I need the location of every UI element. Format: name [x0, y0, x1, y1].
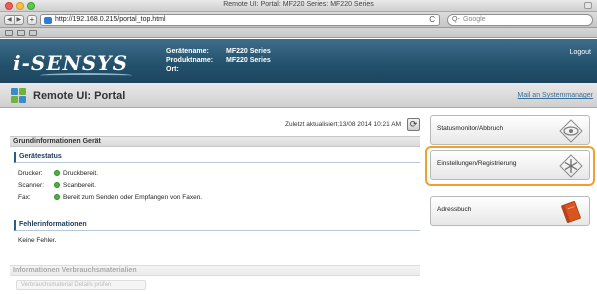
url-text[interactable]: http://192.168.0.215/portal_top.html — [55, 16, 166, 23]
status-monitor-button[interactable]: Statusmonitor/Abbruch — [430, 115, 590, 145]
last-updated-text: Zuletzt aktualisiert:13/08 2014 10:21 AM — [285, 121, 401, 128]
logout-link[interactable]: Logout — [570, 49, 591, 56]
logo-swoosh — [40, 73, 132, 78]
page-title: Remote UI: Portal — [33, 90, 126, 102]
device-name-label: Gerätename: — [166, 48, 209, 55]
back-button[interactable]: ◀ — [5, 16, 14, 24]
basic-info-section-header: Grundinformationen Gerät — [10, 136, 420, 147]
location-label: Ort: — [166, 66, 179, 73]
book-icon — [561, 201, 581, 223]
error-info-heading: Fehlerinformationen — [14, 220, 420, 231]
status-label: Drucker: — [18, 169, 43, 177]
status-value: Bereit zum Senden oder Empfangen von Fax… — [63, 193, 203, 201]
status-monitor-label: Statusmonitor/Abbruch — [437, 125, 504, 132]
consumables-section-header: Informationen Verbrauchsmaterialien — [10, 265, 420, 276]
toolbar-toggle-button[interactable] — [584, 2, 592, 9]
status-value: Druckbereit. — [63, 169, 99, 177]
window-title: Remote UI: Portal: MF220 Series: MF220 S… — [223, 1, 374, 8]
portal-icon — [11, 88, 26, 103]
status-row-printer: Drucker: Druckbereit. — [18, 167, 202, 179]
status-ok-icon — [54, 194, 60, 200]
new-tab-button[interactable]: + — [27, 15, 37, 25]
settings-highlight-frame — [425, 146, 595, 186]
consumables-details-button[interactable]: Verbrauchsmaterial Details prüfen — [16, 280, 146, 290]
device-status-heading: Gerätestatus — [14, 152, 420, 163]
address-book-button[interactable]: Adressbuch — [430, 196, 590, 226]
search-placeholder: Google — [463, 16, 486, 23]
favicon-icon — [44, 17, 52, 24]
reload-icon[interactable]: C — [429, 15, 435, 24]
page-header: Remote UI: Portal Mail an Systemmanager — [0, 83, 597, 108]
bookmarks-book-icon[interactable] — [5, 30, 13, 36]
window-titlebar: Remote UI: Portal: MF220 Series: MF220 S… — [0, 0, 597, 12]
search-icon: Q- — [452, 16, 460, 23]
status-label: Fax: — [18, 193, 31, 201]
eye-icon — [559, 119, 583, 143]
search-input[interactable]: Q- Google — [447, 14, 593, 26]
reader-icon[interactable] — [29, 30, 37, 36]
forward-button[interactable]: ▶ — [13, 16, 24, 24]
site-header: i-SENSYS Gerätename: MF220 Series Produkt… — [0, 39, 597, 83]
address-book-label: Adressbuch — [437, 206, 472, 213]
browser-toolbar: ◀ ▶ + http://192.168.0.215/portal_top.ht… — [0, 12, 597, 28]
status-ok-icon — [54, 170, 60, 176]
last-updated-row: Zuletzt aktualisiert:13/08 2014 10:21 AM… — [285, 118, 420, 131]
device-name-value: MF220 Series — [226, 48, 271, 55]
product-name-value: MF220 Series — [226, 57, 271, 64]
address-bar[interactable]: http://192.168.0.215/portal_top.html C — [40, 14, 440, 26]
refresh-button[interactable]: ⟳ — [407, 118, 420, 131]
bookmarks-bar — [0, 28, 597, 38]
nav-buttons: ◀ ▶ — [4, 15, 24, 25]
refresh-icon: ⟳ — [409, 119, 418, 129]
device-status-list: Drucker: Druckbereit. Scanner: Scanberei… — [18, 167, 202, 203]
device-info: Gerätename: MF220 Series Produktname: MF22… — [166, 47, 271, 74]
brand-logo: i-SENSYS — [13, 51, 129, 75]
mail-system-manager-link[interactable]: Mail an Systemmanager — [518, 92, 593, 99]
status-ok-icon — [54, 182, 60, 188]
main-content: Zuletzt aktualisiert:13/08 2014 10:21 AM… — [10, 110, 420, 294]
status-row-fax: Fax: Bereit zum Senden oder Empfangen vo… — [18, 191, 202, 203]
status-label: Scanner: — [18, 181, 45, 189]
status-row-scanner: Scanner: Scanbereit. — [18, 179, 202, 191]
bookmarks-grid-icon[interactable] — [17, 30, 25, 36]
status-value: Scanbereit. — [63, 181, 96, 189]
error-info-text: Keine Fehler. — [18, 237, 57, 244]
product-name-label: Produktname: — [166, 57, 214, 64]
